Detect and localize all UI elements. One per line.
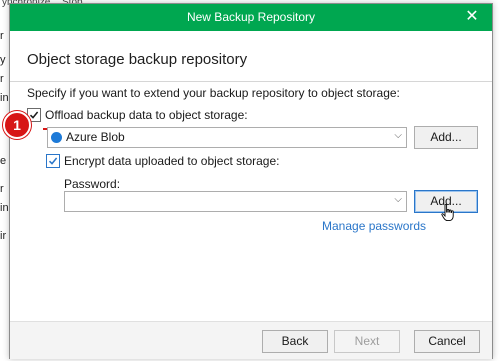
add-object-storage-button[interactable]: Add... xyxy=(414,126,478,149)
hand-cursor-icon xyxy=(441,204,454,222)
password-dropdown[interactable]: ⌵ xyxy=(64,191,407,212)
close-icon[interactable]: ✕ xyxy=(464,8,480,26)
checkmark-icon xyxy=(48,157,58,165)
object-storage-value: Azure Blob xyxy=(66,130,125,144)
encrypt-label[interactable]: Encrypt data uploaded to object storage: xyxy=(64,154,279,168)
dialog-titlebar: New Backup Repository ✕ xyxy=(10,4,492,31)
checkmark-icon xyxy=(29,111,39,119)
dialog-title: New Backup Repository xyxy=(186,10,316,24)
next-button[interactable]: Next xyxy=(334,330,400,353)
dialog-footer: Back Next Cancel xyxy=(10,321,492,359)
cancel-button[interactable]: Cancel xyxy=(414,330,480,353)
header-divider xyxy=(10,81,492,82)
chevron-down-icon: ⌵ xyxy=(394,130,402,141)
chevron-down-icon: ⌵ xyxy=(394,194,402,205)
object-storage-dropdown[interactable]: Azure Blob ⌵ xyxy=(47,127,407,148)
password-label: Password: xyxy=(64,177,121,191)
manage-passwords-link[interactable]: Manage passwords xyxy=(322,219,426,233)
annotation-marker: 1 xyxy=(3,111,31,139)
back-button[interactable]: Back xyxy=(262,330,328,353)
azure-blob-icon xyxy=(51,132,62,143)
offload-label[interactable]: Offload backup data to object storage: xyxy=(45,108,248,122)
new-backup-repository-dialog: New Backup Repository ✕ Object storage b… xyxy=(3,3,493,359)
encrypt-checkbox[interactable] xyxy=(46,154,60,168)
instruction-text: Specify if you want to extend your backu… xyxy=(27,86,400,100)
page-title: Object storage backup repository xyxy=(27,51,248,68)
